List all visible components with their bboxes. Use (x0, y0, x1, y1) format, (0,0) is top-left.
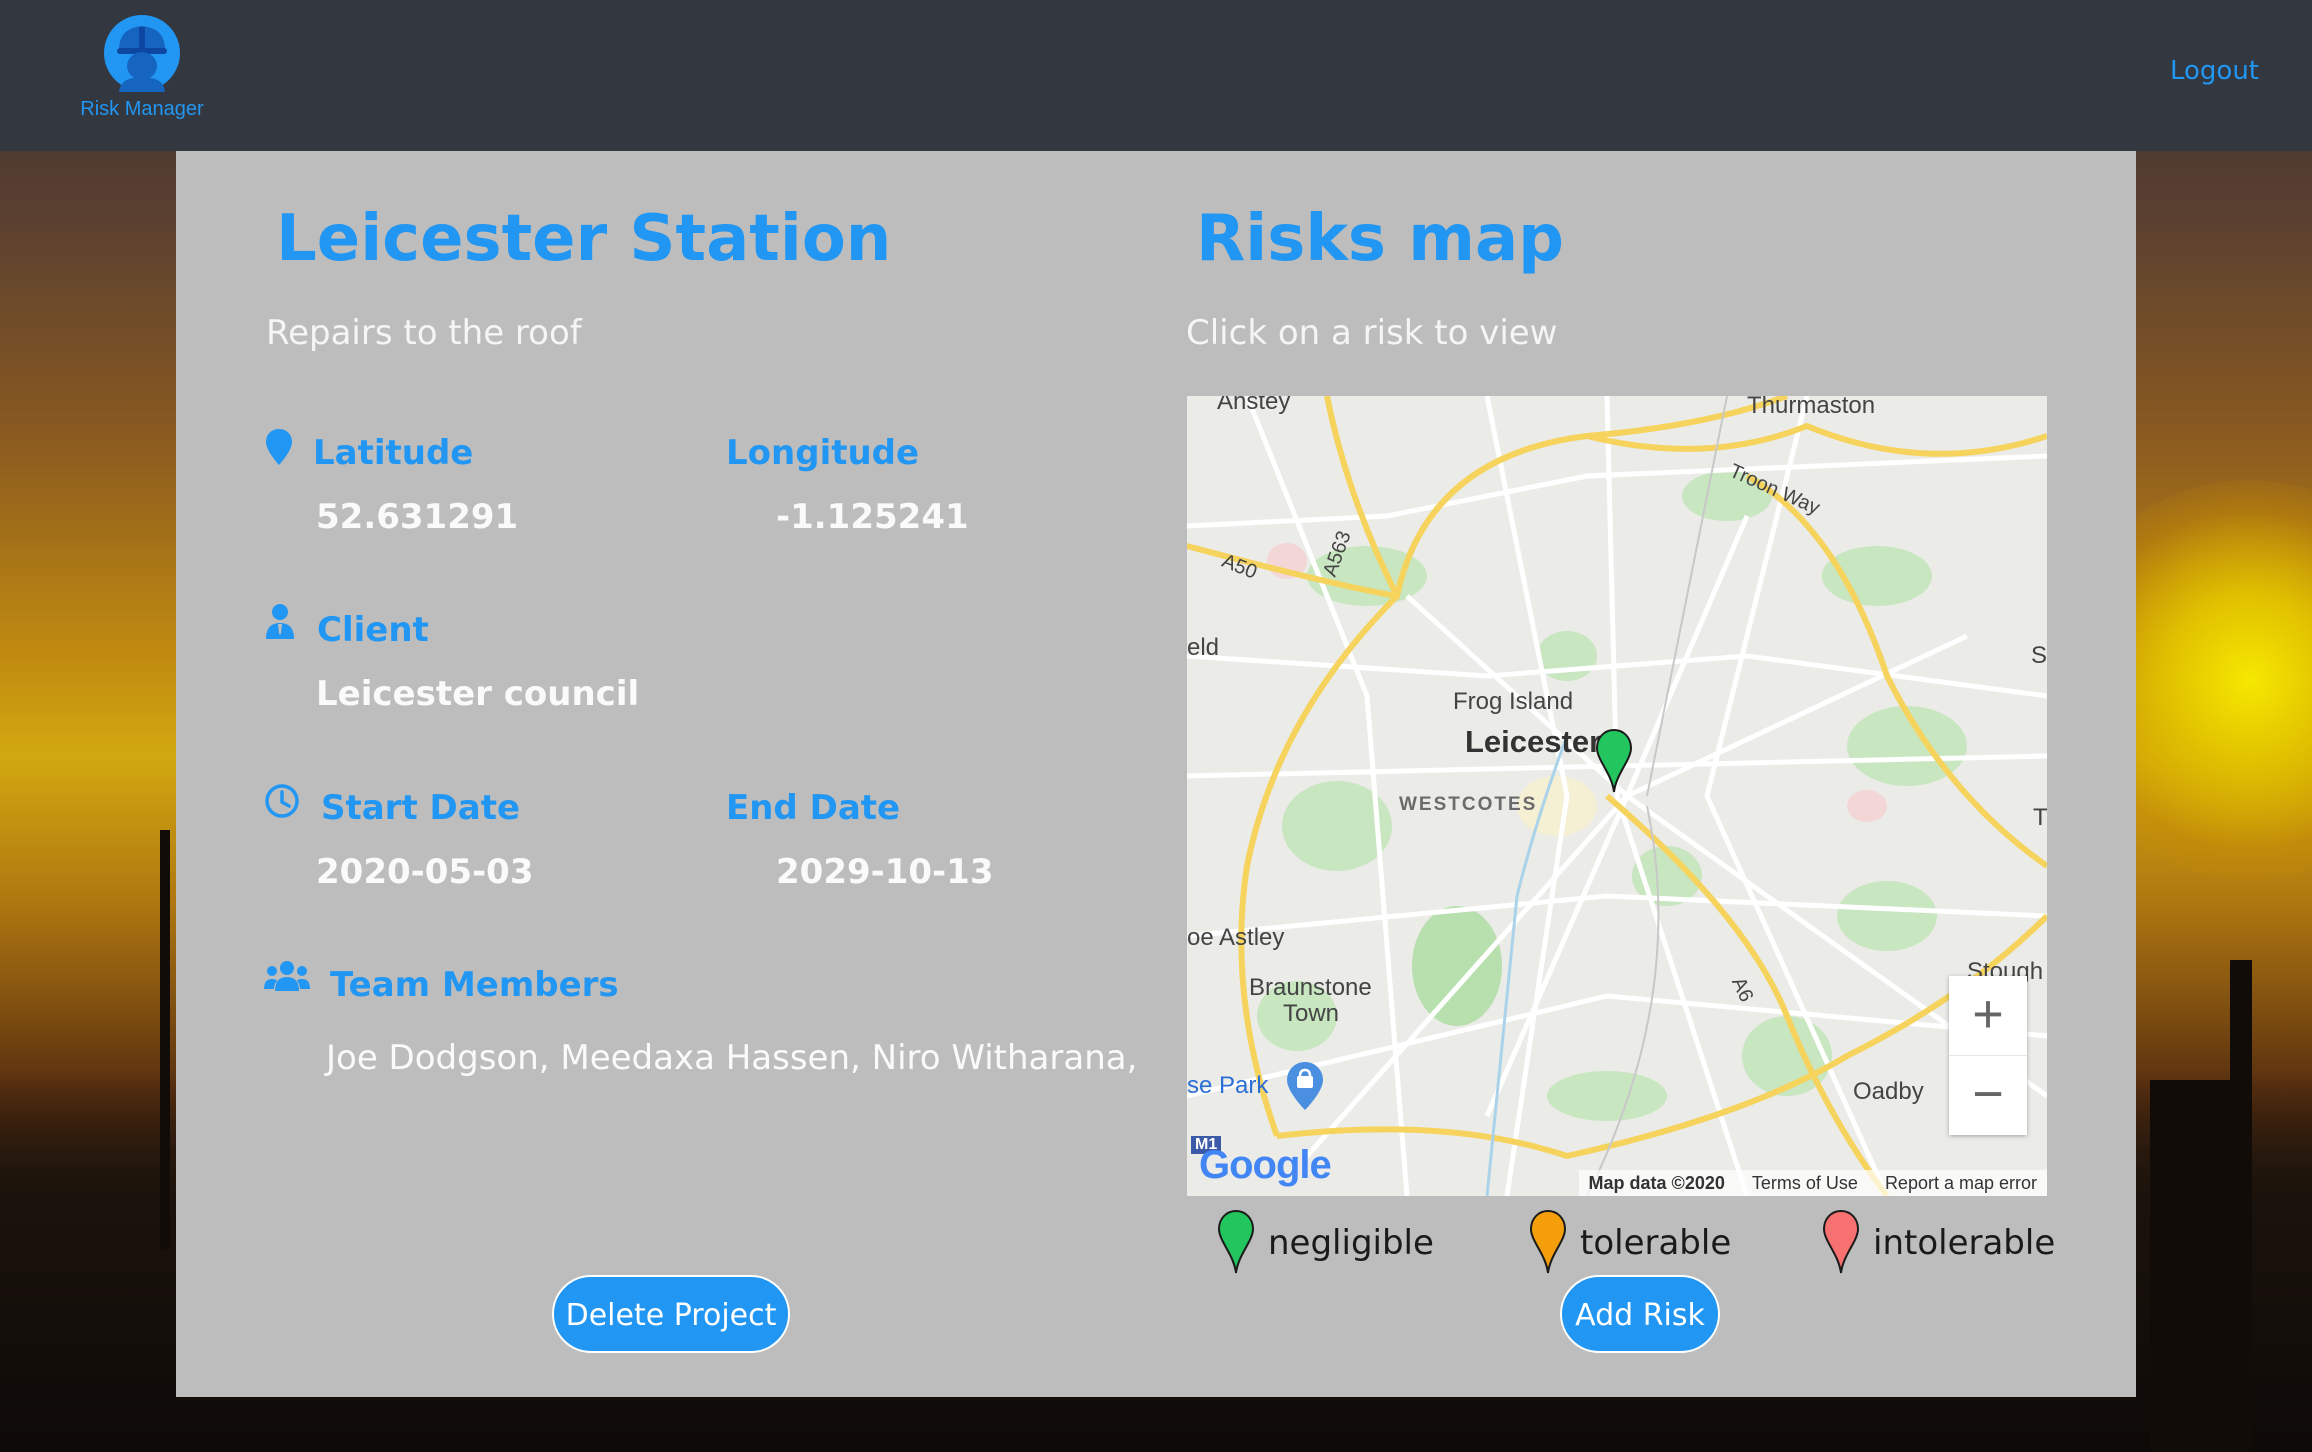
project-card: Leicester Station Repairs to the roof La… (176, 151, 2136, 1397)
legend-negligible: negligible (1216, 1209, 1436, 1279)
map-label-oadby: Oadby (1853, 1078, 1924, 1105)
logout-link[interactable]: Logout (2170, 56, 2259, 86)
risks-map-title: Risks map (1196, 202, 1564, 276)
add-risk-button[interactable]: Add Risk (1560, 1275, 1720, 1353)
map-label-braunstone: Braunstone (1249, 974, 1372, 1001)
shopping-place-icon (1287, 1062, 1323, 1110)
google-logo-text: Google (1199, 1143, 1332, 1187)
top-navbar: Risk Manager Logout (0, 0, 2312, 151)
client-value: Leicester council (316, 674, 640, 714)
latitude-value: 52.631291 (316, 497, 519, 537)
google-logo: Google (1199, 1143, 1332, 1188)
risks-map-subtitle: Click on a risk to view (1186, 313, 1558, 353)
map-label-eld: eld (1187, 634, 1220, 661)
map-label-s: S (2031, 642, 2047, 669)
end-date-value: 2029-10-13 (776, 852, 994, 892)
zoom-out-button[interactable]: − (1949, 1056, 2027, 1135)
map-label-t: T (2033, 804, 2047, 831)
crane-silhouette (160, 830, 170, 1250)
map-data-credit: Map data ©2020 (1588, 1173, 1725, 1193)
terms-of-use-link[interactable]: Terms of Use (1752, 1173, 1858, 1193)
legend-tolerable: tolerable (1528, 1209, 1732, 1279)
legend-negligible-label: negligible (1268, 1223, 1434, 1263)
logo-text: Risk Manager (80, 98, 204, 120)
map-label-westcotes: WESTCOTES (1399, 794, 1538, 815)
project-title: Leicester Station (276, 202, 892, 276)
map-label-thurmaston: Thurmaston (1747, 396, 1876, 419)
longitude-label: Longitude (726, 433, 920, 473)
location-pin-icon (266, 429, 292, 465)
client-person-icon (266, 604, 294, 639)
project-description: Repairs to the roof (266, 313, 582, 353)
clock-icon (265, 784, 299, 818)
longitude-value: -1.125241 (776, 497, 969, 537)
church-spire (2230, 960, 2252, 1452)
worker-helmet-icon (104, 15, 180, 92)
team-members-label: Team Members (330, 965, 619, 1005)
team-users-icon (264, 961, 310, 991)
map-zoom-control: + − (1949, 976, 2027, 1135)
legend-tolerable-label: tolerable (1580, 1223, 1732, 1263)
risk-marker-negligible[interactable] (1594, 728, 1634, 794)
map-label-oe-astley: oe Astley (1187, 924, 1285, 951)
latitude-label: Latitude (313, 433, 474, 473)
green-pin-icon (1217, 1209, 1255, 1274)
zoom-in-button[interactable]: + (1949, 976, 2027, 1056)
risks-map[interactable]: Anstey Thurmaston Troon Way A50 A563 eld… (1187, 396, 2047, 1196)
report-map-error-link[interactable]: Report a map error (1885, 1173, 2037, 1193)
end-date-label: End Date (726, 788, 901, 828)
start-date-value: 2020-05-03 (316, 852, 534, 892)
map-label-town: Town (1283, 1000, 1340, 1027)
client-label: Client (317, 610, 429, 650)
map-label-frog-island: Frog Island (1453, 688, 1574, 715)
map-label-se-park: se Park (1187, 1072, 1269, 1099)
building-silhouette (2150, 1080, 2230, 1452)
red-pin-icon (1822, 1209, 1860, 1274)
legend-intolerable-label: intolerable (1873, 1223, 2056, 1263)
delete-project-button[interactable]: Delete Project (552, 1275, 790, 1353)
legend-intolerable: intolerable (1821, 1209, 2055, 1279)
orange-pin-icon (1529, 1209, 1567, 1274)
map-attribution: Map data ©2020 Terms of Use Report a map… (1578, 1170, 2047, 1196)
map-label-anstey: Anstey (1217, 396, 1291, 415)
team-members-list: Joe Dodgson, Meedaxa Hassen, Niro Withar… (326, 1038, 1138, 1078)
start-date-label: Start Date (321, 788, 521, 828)
map-label-leicester: Leicester (1465, 724, 1602, 759)
app-logo[interactable]: Risk Manager (70, 14, 214, 124)
